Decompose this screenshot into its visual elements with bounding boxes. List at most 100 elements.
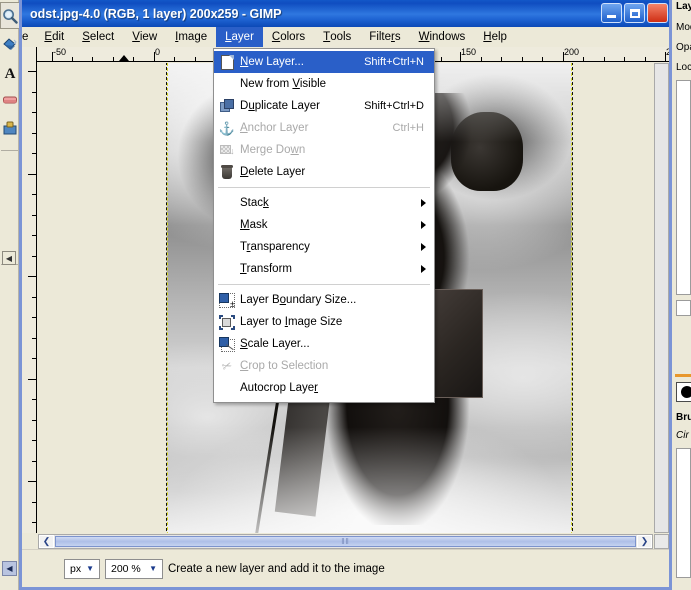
- window-title: odst.jpg-4.0 (RGB, 1 layer) 200x259 - GI…: [30, 6, 282, 21]
- menu-item-duplicate-layer[interactable]: Duplicate Layer Shift+Ctrl+D: [214, 95, 434, 117]
- left-chevron-icon: ❮: [42, 536, 51, 546]
- menu-tools[interactable]: Tools: [314, 27, 360, 47]
- layer-opacity-label: Opa: [676, 42, 691, 53]
- ruler-label-4: 250: [666, 47, 669, 57]
- right-chevron-icon: ❯: [640, 536, 649, 546]
- duplicate-layer-icon: [214, 99, 240, 113]
- menu-edit[interactable]: Edit: [35, 27, 73, 47]
- trash-icon: [214, 165, 240, 179]
- svg-text:A: A: [4, 66, 15, 80]
- submenu-arrow-icon: [421, 265, 426, 273]
- menu-image[interactable]: Image: [166, 27, 216, 47]
- menu-item-anchor-layer: ⚓ Anchor Layer Ctrl+H: [214, 117, 434, 139]
- text-tool-button[interactable]: A: [0, 58, 19, 85]
- magnifier-icon: [3, 8, 18, 24]
- menu-item-scale-layer-label: Scale Layer...: [240, 338, 310, 350]
- submenu-arrow-icon: [421, 221, 426, 229]
- menu-view[interactable]: View: [123, 27, 166, 47]
- brush-name-label: Cir: [676, 430, 689, 441]
- anchor-icon: ⚓: [218, 120, 236, 136]
- menu-item-transform[interactable]: Transform: [214, 258, 434, 280]
- layer-lock-label: Lock: [676, 62, 691, 73]
- menu-help[interactable]: Help: [474, 27, 516, 47]
- crop-icon: ✂: [219, 357, 235, 375]
- vertical-scrollbar[interactable]: [654, 63, 669, 533]
- layer-boundary-size-icon: ±: [214, 292, 240, 308]
- close-button[interactable]: [647, 3, 668, 23]
- vertical-ruler[interactable]: [22, 47, 37, 533]
- menu-item-mask[interactable]: Mask: [214, 214, 434, 236]
- gimp-screenshot: A ◀ ◀ odst.jpg-4.0 (RGB, 1 layer) 200x25…: [0, 0, 691, 590]
- chevron-down-icon: ▼: [86, 564, 94, 573]
- layers-dock-title: Lay: [676, 1, 691, 12]
- brushes-grid[interactable]: [676, 448, 691, 578]
- menu-separator: [218, 284, 430, 285]
- menu-edit-label: dit: [52, 31, 65, 43]
- menu-help-label: elp: [491, 31, 507, 43]
- menu-item-anchor-layer-accel: Ctrl+H: [392, 122, 424, 134]
- menu-item-transparency-label: Transparency: [240, 241, 310, 253]
- menu-layer[interactable]: Layer: [216, 27, 263, 47]
- menu-windows[interactable]: Windows: [410, 27, 475, 47]
- gimp-image-window: odst.jpg-4.0 (RGB, 1 layer) 200x259 - GI…: [19, 0, 672, 590]
- menu-item-autocrop-layer-label: Autocrop Layer: [240, 382, 319, 394]
- navigation-preview-button[interactable]: [654, 534, 669, 549]
- menu-file-clipped[interactable]: e: [22, 27, 35, 47]
- scroll-left-button[interactable]: ❮: [39, 535, 54, 548]
- clone-stamp-icon: [3, 121, 16, 134]
- maximize-icon: [629, 8, 640, 18]
- minimize-icon: [607, 15, 616, 18]
- horizontal-scroll-thumb[interactable]: ‖‖: [55, 536, 636, 547]
- menu-item-new-layer[interactable]: New Layer... Shift+Ctrl+N: [214, 51, 434, 73]
- layers-toolbar[interactable]: [676, 300, 691, 316]
- chevron-down-icon: ▼: [149, 564, 157, 573]
- zoom-selector[interactable]: 200 % ▼: [105, 558, 163, 579]
- layer-to-image-size-icon: [214, 314, 240, 330]
- scroll-thumb-grip: ‖‖: [341, 537, 350, 546]
- menu-item-transparency[interactable]: Transparency: [214, 236, 434, 258]
- scroll-right-button[interactable]: ❯: [637, 535, 652, 548]
- menu-item-delete-layer[interactable]: Delete Layer: [214, 161, 434, 183]
- dock-separator: [675, 374, 691, 377]
- menu-item-stack[interactable]: Stack: [214, 192, 434, 214]
- menu-colors[interactable]: Colors: [263, 27, 314, 47]
- menu-filters[interactable]: Filte r s: [360, 27, 409, 47]
- eraser-tool-button[interactable]: [0, 86, 19, 113]
- zoom-tool-button[interactable]: [0, 2, 19, 29]
- unit-selector[interactable]: px ▼: [64, 558, 100, 579]
- bucket-fill-icon: [2, 37, 17, 50]
- menu-select-label: elect: [89, 31, 115, 43]
- menu-item-crop-to-selection-label: Crop to Selection: [240, 360, 329, 372]
- toolbox-collapse-button[interactable]: ◀: [2, 251, 16, 265]
- maximize-button[interactable]: [624, 3, 645, 23]
- menu-item-anchor-layer-label: Anchor Layer: [240, 122, 309, 134]
- menu-item-layer-to-image-size[interactable]: Layer to Image Size: [214, 311, 434, 333]
- layer-boundary-right: [571, 63, 572, 533]
- menu-item-crop-to-selection: ✂ Crop to Selection: [214, 355, 434, 377]
- menu-layer-label: ayer: [231, 31, 254, 43]
- clone-tool-button[interactable]: [0, 114, 19, 141]
- title-bar[interactable]: odst.jpg-4.0 (RGB, 1 layer) 200x259 - GI…: [22, 0, 669, 27]
- menu-item-layer-boundary-size[interactable]: ± Layer Boundary Size...: [214, 289, 434, 311]
- menu-separator: [218, 187, 430, 188]
- menu-windows-label: indows: [429, 31, 466, 43]
- ruler-label-0: -50: [53, 47, 67, 57]
- menu-select[interactable]: Select: [73, 27, 123, 47]
- scale-layer-icon: [214, 336, 240, 352]
- toolbox-panel: A ◀ ◀: [0, 0, 19, 590]
- minimize-button[interactable]: [601, 3, 622, 23]
- menu-item-scale-layer[interactable]: Scale Layer...: [214, 333, 434, 355]
- menu-image-label: mage: [178, 31, 208, 43]
- brush-dot-icon: [681, 386, 691, 398]
- toolbox-scroll-left-button[interactable]: ◀: [2, 561, 17, 576]
- menu-colors-label: olors: [280, 31, 306, 43]
- window-controls: [601, 3, 668, 23]
- menu-item-delete-layer-label: Delete Layer: [240, 166, 306, 178]
- zoom-value: 200 %: [111, 562, 141, 575]
- menu-item-autocrop-layer[interactable]: Autocrop Layer: [214, 377, 434, 399]
- horizontal-scrollbar[interactable]: ❮ ‖‖ ❯: [38, 534, 653, 549]
- brush-preview[interactable]: [676, 382, 691, 402]
- layers-list[interactable]: [676, 80, 691, 295]
- menu-item-new-from-visible[interactable]: New from Visible: [214, 73, 434, 95]
- bucket-fill-tool-button[interactable]: [0, 30, 19, 57]
